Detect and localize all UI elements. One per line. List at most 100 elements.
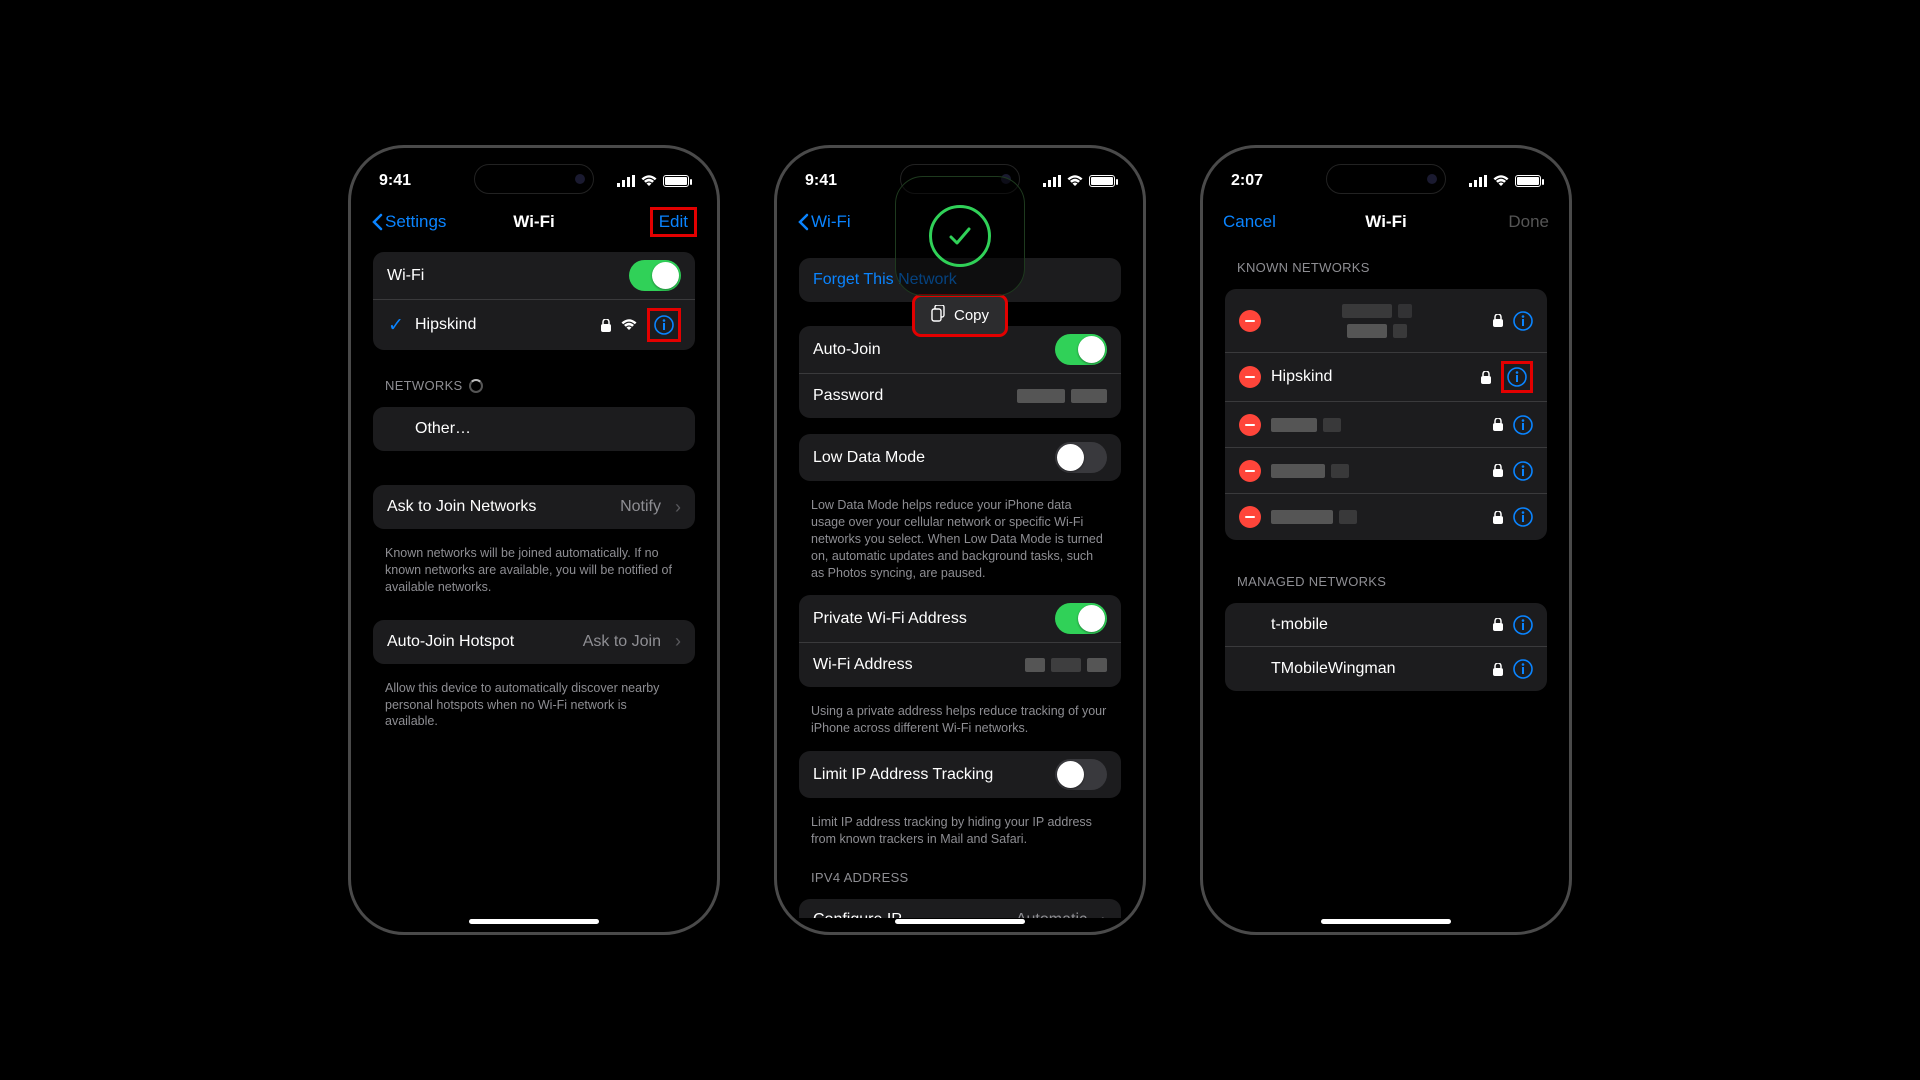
- lock-icon: [1493, 663, 1503, 676]
- ipv4-header: IPV4 ADDRESS: [793, 852, 1127, 889]
- status-time: 9:41: [805, 172, 837, 190]
- chevron-right-icon: ›: [675, 631, 681, 652]
- nav-bar: Cancel Wi-Fi Done: [1213, 202, 1559, 242]
- low-data-mode-row: Low Data Mode: [799, 434, 1121, 481]
- status-bar: 9:41: [361, 160, 707, 202]
- wifi-toggle-row: Wi-Fi: [373, 252, 695, 300]
- wifi-toggle[interactable]: [629, 260, 681, 291]
- managed-network-row[interactable]: t-mobile: [1225, 603, 1547, 647]
- network-name: [1271, 304, 1483, 338]
- configure-ip-row[interactable]: Configure IP Automatic ›: [799, 899, 1121, 918]
- private-address-toggle[interactable]: [1055, 603, 1107, 634]
- chevron-right-icon: ›: [1101, 910, 1107, 918]
- cellular-icon: [617, 175, 635, 187]
- cancel-button[interactable]: Cancel: [1223, 212, 1276, 232]
- network-name: [1271, 418, 1483, 432]
- success-overlay: [895, 176, 1025, 296]
- other-network-row[interactable]: Other…: [373, 407, 695, 451]
- network-name: t-mobile: [1271, 616, 1483, 634]
- wifi-icon: [621, 319, 637, 331]
- low-data-footer: Low Data Mode helps reduce your iPhone d…: [793, 491, 1127, 585]
- wifi-status-icon: [1067, 175, 1083, 187]
- networks-header: NETWORKS: [367, 360, 701, 397]
- ask-to-join-row[interactable]: Ask to Join Networks Notify ›: [373, 485, 695, 529]
- info-button[interactable]: [647, 308, 681, 342]
- managed-networks-list: t-mobile TMobileWingman: [1225, 603, 1547, 691]
- info-button[interactable]: [1513, 461, 1533, 481]
- copy-popup[interactable]: Copy: [912, 294, 1008, 337]
- delete-button[interactable]: [1239, 414, 1261, 436]
- info-button[interactable]: [1513, 311, 1533, 331]
- password-value-obscured: [1017, 389, 1107, 403]
- phone-wifi-detail: 9:41 Wi-Fi Forget This Network Copy: [774, 145, 1146, 935]
- lock-icon: [1481, 371, 1491, 384]
- edit-button[interactable]: Edit: [650, 207, 697, 237]
- chevron-left-icon: [797, 213, 809, 231]
- managed-network-row[interactable]: TMobileWingman: [1225, 647, 1547, 691]
- nav-bar: Settings Wi-Fi Edit: [361, 202, 707, 242]
- cellular-icon: [1043, 175, 1061, 187]
- lock-icon: [1493, 618, 1503, 631]
- known-network-row[interactable]: Hipskind: [1225, 353, 1547, 402]
- low-data-toggle[interactable]: [1055, 442, 1107, 473]
- wifi-status-icon: [641, 175, 657, 187]
- network-name: [1271, 464, 1483, 478]
- lock-icon: [1493, 464, 1503, 477]
- copy-icon: [931, 305, 946, 326]
- battery-icon: [1089, 175, 1115, 187]
- info-button[interactable]: [1513, 507, 1533, 527]
- hotspot-footer: Allow this device to automatically disco…: [367, 674, 701, 735]
- info-button[interactable]: [1513, 415, 1533, 435]
- checkmark-circle-icon: [929, 205, 991, 267]
- wifi-address-row: Wi-Fi Address: [799, 643, 1121, 687]
- ask-to-join-footer: Known networks will be joined automatica…: [367, 539, 701, 600]
- info-button[interactable]: [1501, 361, 1533, 393]
- limit-ip-toggle[interactable]: [1055, 759, 1107, 790]
- network-name: TMobileWingman: [1271, 660, 1483, 678]
- home-indicator[interactable]: [469, 919, 599, 924]
- delete-button[interactable]: [1239, 506, 1261, 528]
- back-button[interactable]: Wi-Fi: [797, 212, 851, 232]
- network-name: [1271, 510, 1483, 524]
- lock-icon: [1493, 418, 1503, 431]
- battery-icon: [1515, 175, 1541, 187]
- known-network-row[interactable]: [1225, 402, 1547, 448]
- info-button[interactable]: [1513, 659, 1533, 679]
- lock-icon: [1493, 314, 1503, 327]
- cellular-icon: [1469, 175, 1487, 187]
- status-time: 9:41: [379, 172, 411, 190]
- home-indicator[interactable]: [895, 919, 1025, 924]
- spinner-icon: [469, 379, 483, 393]
- limit-ip-row: Limit IP Address Tracking: [799, 751, 1121, 798]
- phone-wifi-edit: 2:07 Cancel Wi-Fi Done KNOWN NETWORKS Hi…: [1200, 145, 1572, 935]
- network-name: Hipskind: [1271, 368, 1471, 386]
- info-button[interactable]: [1513, 615, 1533, 635]
- auto-join-hotspot-row[interactable]: Auto-Join Hotspot Ask to Join ›: [373, 620, 695, 664]
- phone-wifi-main: 9:41 Settings Wi-Fi Edit Wi-Fi ✓ Hipskin…: [348, 145, 720, 935]
- wifi-status-icon: [1493, 175, 1509, 187]
- dynamic-island: [1326, 164, 1446, 194]
- known-network-row[interactable]: [1225, 494, 1547, 540]
- delete-button[interactable]: [1239, 460, 1261, 482]
- connected-network-row[interactable]: ✓ Hipskind: [373, 300, 695, 350]
- done-button[interactable]: Done: [1508, 212, 1549, 232]
- delete-button[interactable]: [1239, 366, 1261, 388]
- battery-icon: [663, 175, 689, 187]
- known-networks-list: Hipskind: [1225, 289, 1547, 540]
- home-indicator[interactable]: [1321, 919, 1451, 924]
- limit-ip-footer: Limit IP address tracking by hiding your…: [793, 808, 1127, 852]
- delete-button[interactable]: [1239, 310, 1261, 332]
- private-address-footer: Using a private address helps reduce tra…: [793, 697, 1127, 741]
- password-row[interactable]: Password: [799, 374, 1121, 418]
- managed-networks-header: MANAGED NETWORKS: [1219, 556, 1553, 593]
- dynamic-island: [474, 164, 594, 194]
- known-networks-header: KNOWN NETWORKS: [1219, 242, 1553, 279]
- status-time: 2:07: [1231, 172, 1263, 190]
- auto-join-toggle[interactable]: [1055, 334, 1107, 365]
- checkmark-icon: ✓: [387, 314, 405, 337]
- back-button[interactable]: Settings: [371, 212, 446, 232]
- lock-icon: [1493, 511, 1503, 524]
- wifi-address-obscured: [1025, 658, 1107, 672]
- known-network-row[interactable]: [1225, 289, 1547, 353]
- known-network-row[interactable]: [1225, 448, 1547, 494]
